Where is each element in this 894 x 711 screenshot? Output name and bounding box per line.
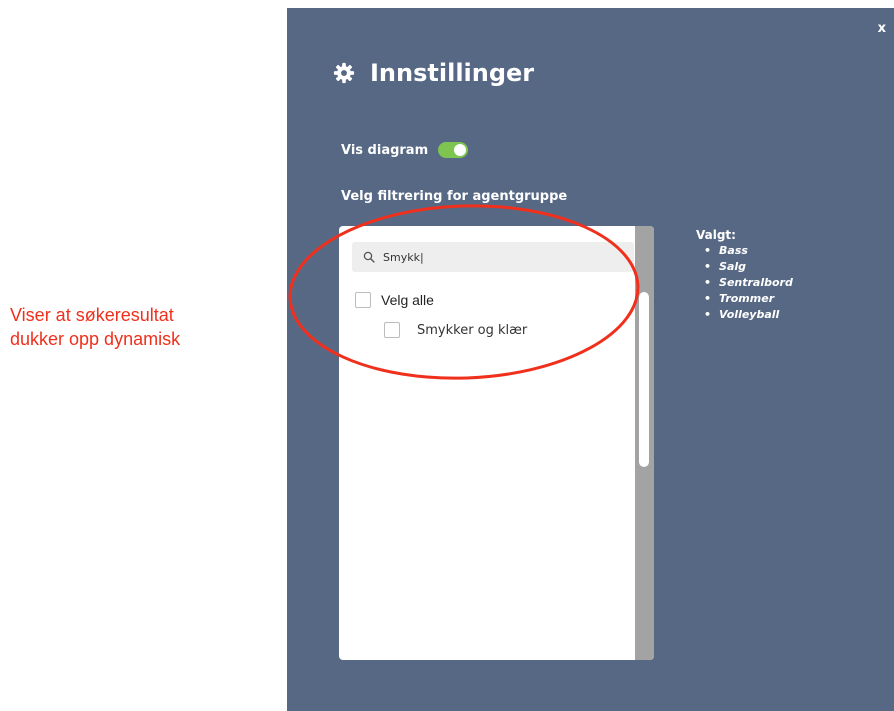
dialog-title-text: Innstillinger bbox=[370, 59, 535, 87]
search-box[interactable] bbox=[352, 242, 634, 272]
agentgroup-list: Velg alle Smykker og klær bbox=[339, 226, 654, 660]
selected-item: Trommer bbox=[704, 291, 793, 307]
selected-item: Salg bbox=[704, 259, 793, 275]
selected-item: Sentralbord bbox=[704, 275, 793, 291]
vis-diagram-row: Vis diagram bbox=[341, 140, 469, 160]
search-icon bbox=[363, 251, 375, 263]
scrollbar-thumb[interactable] bbox=[639, 292, 649, 467]
vis-diagram-toggle[interactable] bbox=[438, 142, 469, 158]
vis-diagram-label: Vis diagram bbox=[341, 142, 429, 158]
annotation-line-2: dukker opp dynamisk bbox=[10, 329, 181, 349]
select-all-checkbox[interactable] bbox=[355, 292, 371, 308]
settings-dialog: x Innstillinger Vis diagram Velg filtrer… bbox=[287, 8, 894, 711]
result-checkbox[interactable] bbox=[384, 322, 400, 338]
gear-icon bbox=[333, 62, 355, 84]
toggle-knob bbox=[454, 144, 467, 156]
annotation-note: Viser at søkeresultat dukker opp dynamis… bbox=[10, 303, 260, 351]
search-input[interactable] bbox=[383, 250, 623, 264]
selected-item: Volleyball bbox=[704, 307, 793, 323]
close-button[interactable]: x bbox=[878, 21, 886, 36]
selected-item: Bass bbox=[704, 243, 793, 259]
annotation-line-1: Viser at søkeresultat bbox=[10, 305, 174, 325]
select-all-label: Velg alle bbox=[381, 292, 434, 308]
filter-heading: Velg filtrering for agentgruppe bbox=[341, 189, 568, 204]
list-item[interactable]: Smykker og klær bbox=[384, 322, 527, 338]
selected-groups: Valgt: Bass Salg Sentralbord Trommer Vol… bbox=[696, 228, 793, 323]
selected-title: Valgt: bbox=[696, 228, 736, 242]
selected-list: Bass Salg Sentralbord Trommer Volleyball bbox=[696, 243, 793, 323]
result-label: Smykker og klær bbox=[417, 322, 528, 338]
dialog-title: Innstillinger bbox=[333, 59, 534, 87]
scrollbar-track[interactable] bbox=[635, 226, 654, 660]
select-all-option[interactable]: Velg alle bbox=[355, 292, 434, 308]
